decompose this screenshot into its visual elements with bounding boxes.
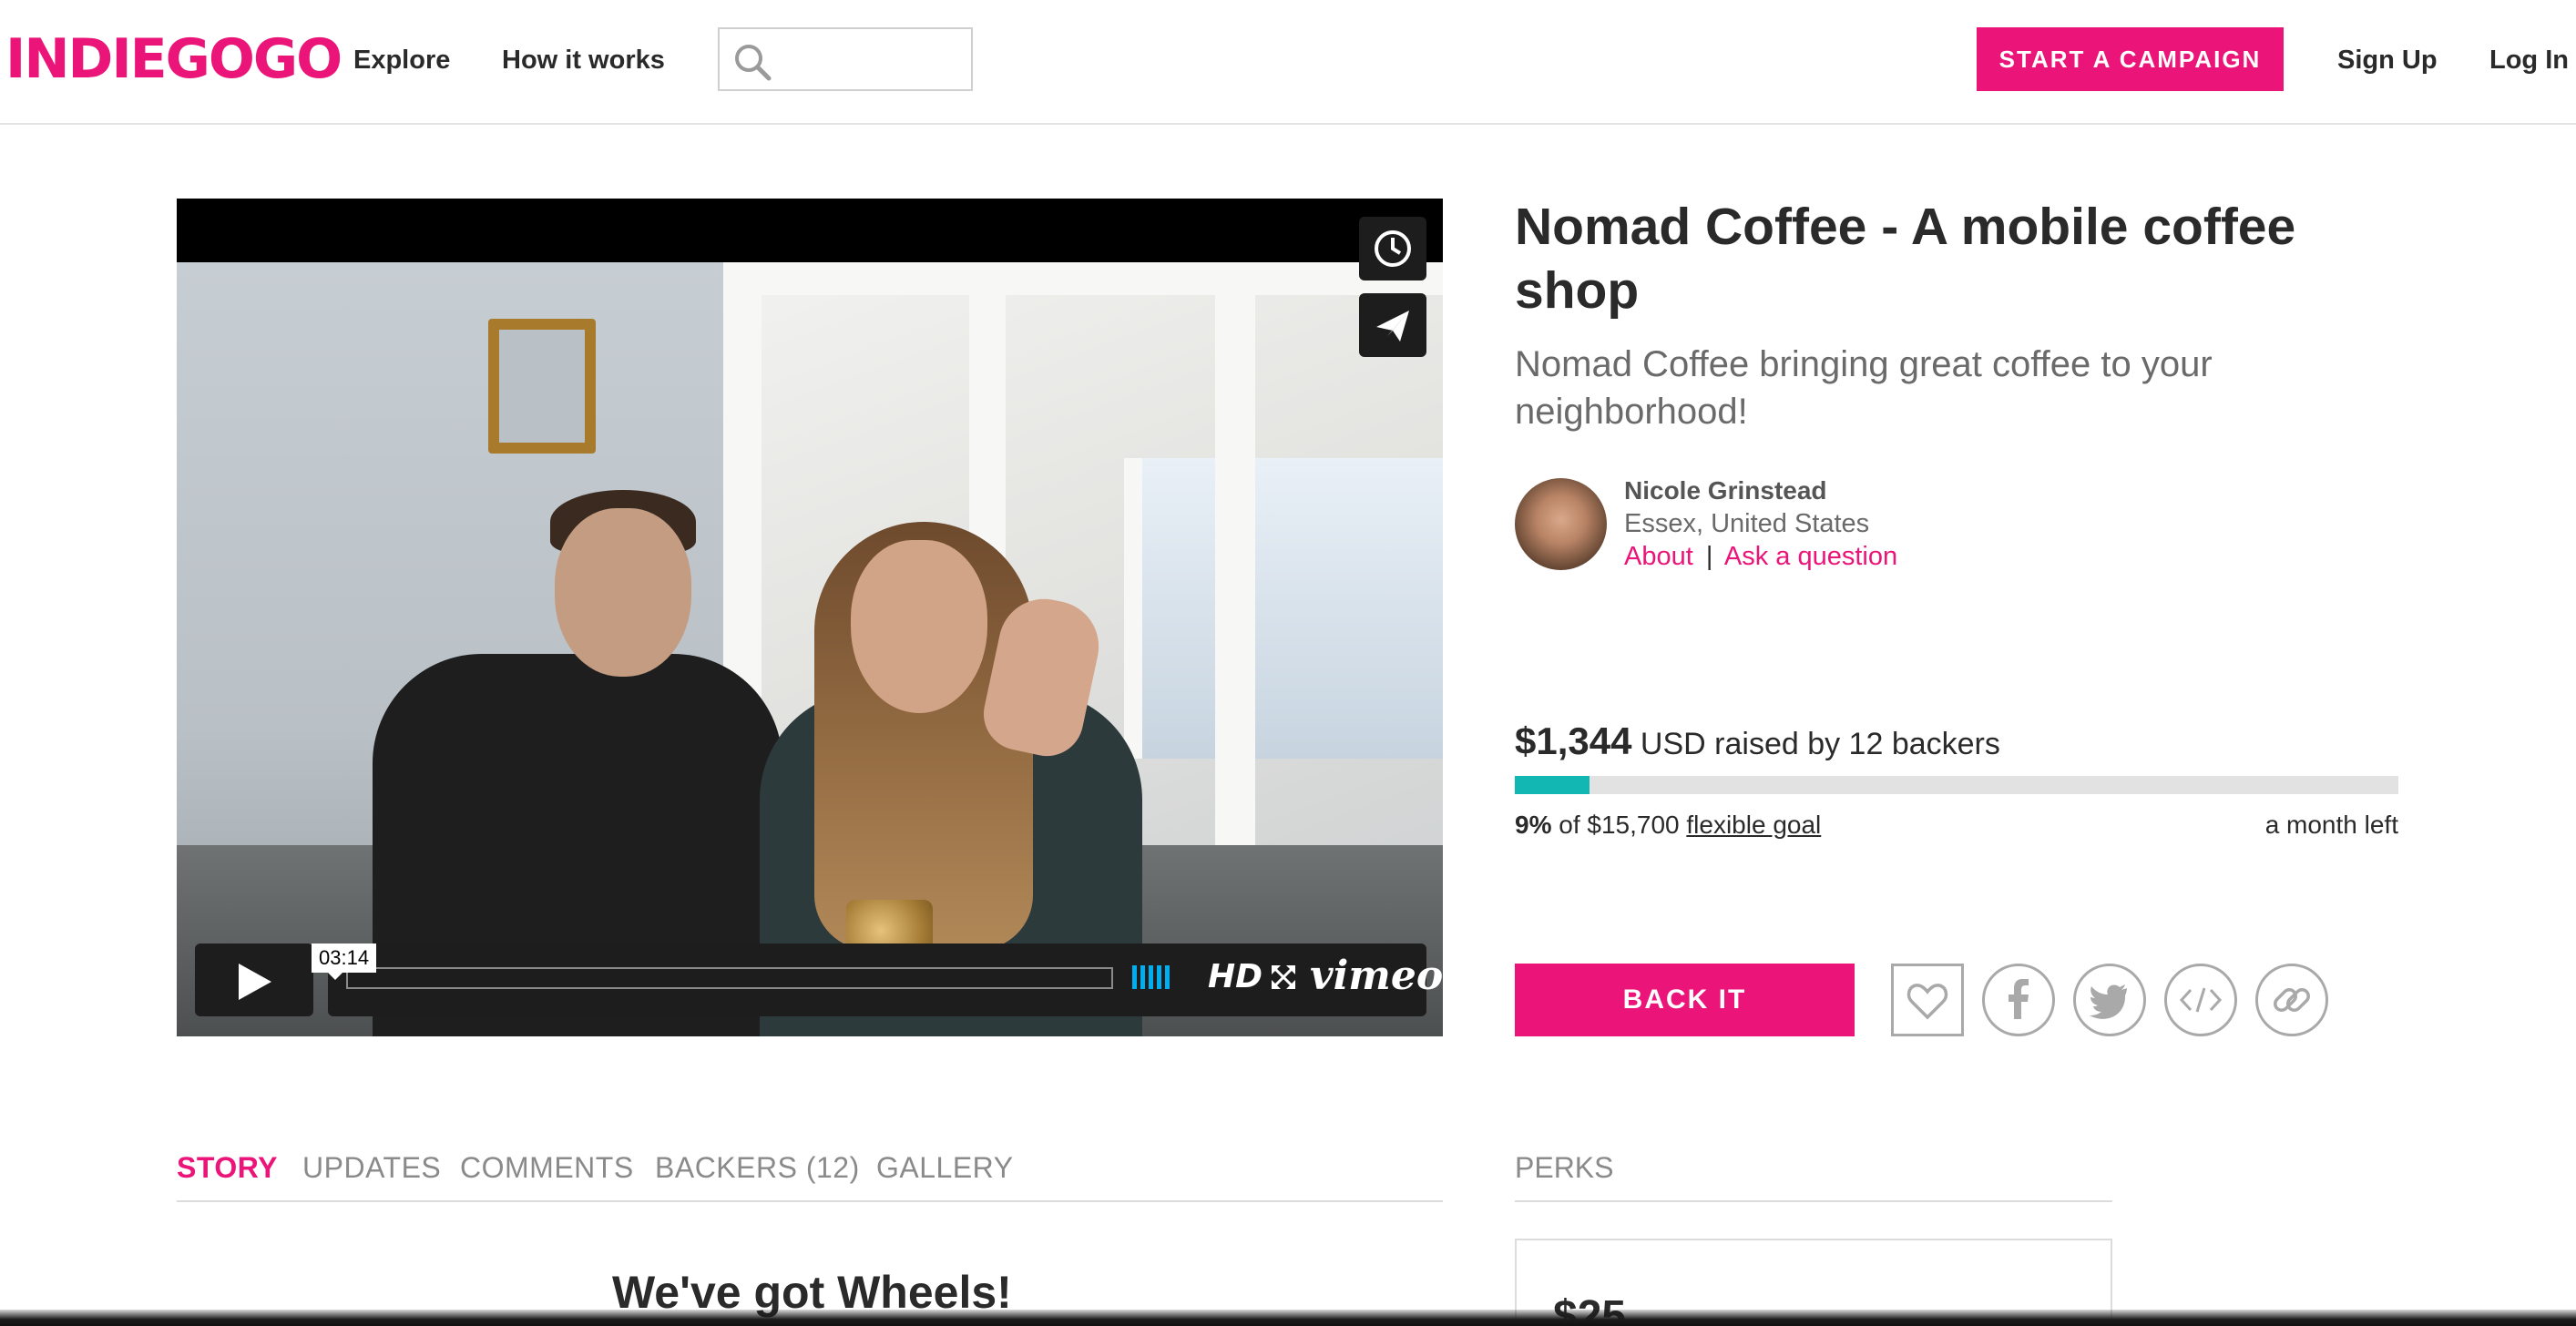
tab-backers[interactable]: BACKERS (12) [655,1149,860,1186]
campaign-tagline: Nomad Coffee bringing great coffee to yo… [1515,344,2213,432]
perks-divider [1515,1200,2112,1202]
twitter-icon [2090,984,2127,1019]
vimeo-logo[interactable]: vimeo [1310,953,1443,999]
ask-question-link[interactable]: Ask a question [1724,542,1897,571]
tabs-divider [177,1200,1443,1202]
follow-button[interactable] [1891,964,1964,1036]
avatar[interactable] [1515,478,1607,570]
embed-button[interactable] [2164,964,2237,1036]
video-frame [177,262,1443,1036]
sign-up-link[interactable]: Sign Up [2337,42,2438,78]
video-timestamp: 03:14 [312,944,377,980]
search-input[interactable] [718,27,973,91]
nav-how-it-works[interactable]: How it works [502,42,665,78]
funds-raised: $1,344 USD raised by 12 backers [1515,716,2000,770]
video-control-bar: HD vimeo [328,944,1443,1016]
owner-links: About | Ask a question [1624,539,1897,574]
start-campaign-button[interactable]: START A CAMPAIGN [1977,27,2284,91]
back-it-button[interactable]: BACK IT [1515,964,1855,1036]
tab-updates[interactable]: UPDATES [302,1149,441,1186]
about-link[interactable]: About [1624,542,1693,571]
perks-heading: PERKS [1515,1151,1614,1184]
play-button[interactable] [195,944,313,1016]
play-icon [239,964,271,1000]
campaign-title: Nomad Coffee - A mobile coffee shop [1515,198,2296,320]
link-icon [2274,988,2310,1012]
nav-explore[interactable]: Explore [353,42,450,78]
flexible-goal-link[interactable]: flexible goal [1686,811,1821,839]
owner-name[interactable]: Nicole Grinstead [1624,474,1827,508]
share-video-button[interactable] [1359,293,1426,357]
raised-amount: $1,344 [1515,719,1632,762]
video-player[interactable]: HD vimeo 03:14 [177,199,1443,1036]
heart-icon [1906,984,1948,1020]
time-left: a month left [2264,811,2398,839]
share-facebook-button[interactable] [1982,964,2055,1036]
video-progress-bar[interactable] [346,967,1113,989]
volume-control[interactable] [1132,965,1173,994]
goal-amount: of $15,700 [1559,811,1680,839]
funding-progress-fill [1515,776,1590,794]
paper-plane-icon [1376,311,1409,342]
tab-comments[interactable]: COMMENTS [460,1149,634,1186]
funding-goal: 9% of $15,700 flexible goal [1515,807,1821,843]
share-twitter-button[interactable] [2073,964,2146,1036]
owner-location: Essex, United States [1624,509,1870,538]
video-controls: HD vimeo [195,944,1443,1016]
facebook-icon [2009,979,2029,1019]
hd-toggle[interactable]: HD [1208,958,1262,995]
site-header: INDIEGOGO Explore How it works START A C… [0,0,2576,125]
tab-gallery[interactable]: GALLERY [876,1149,1014,1186]
funding-progress-bar [1515,776,2398,794]
bottom-edge [0,1310,2576,1326]
copy-link-button[interactable] [2255,964,2328,1036]
fullscreen-icon[interactable] [1270,964,1297,991]
clock-icon [1375,230,1411,267]
tab-story[interactable]: STORY [177,1149,278,1186]
embed-icon [2179,987,2223,1013]
log-in-link[interactable]: Log In [2489,42,2569,78]
watch-later-button[interactable] [1359,217,1426,280]
search-icon [735,45,772,81]
link-separator: | [1705,542,1713,571]
raised-text: USD raised by 12 backers [1640,727,2000,761]
indiegogo-logo[interactable]: INDIEGOGO [5,27,342,91]
funded-percent: 9% [1515,811,1552,839]
